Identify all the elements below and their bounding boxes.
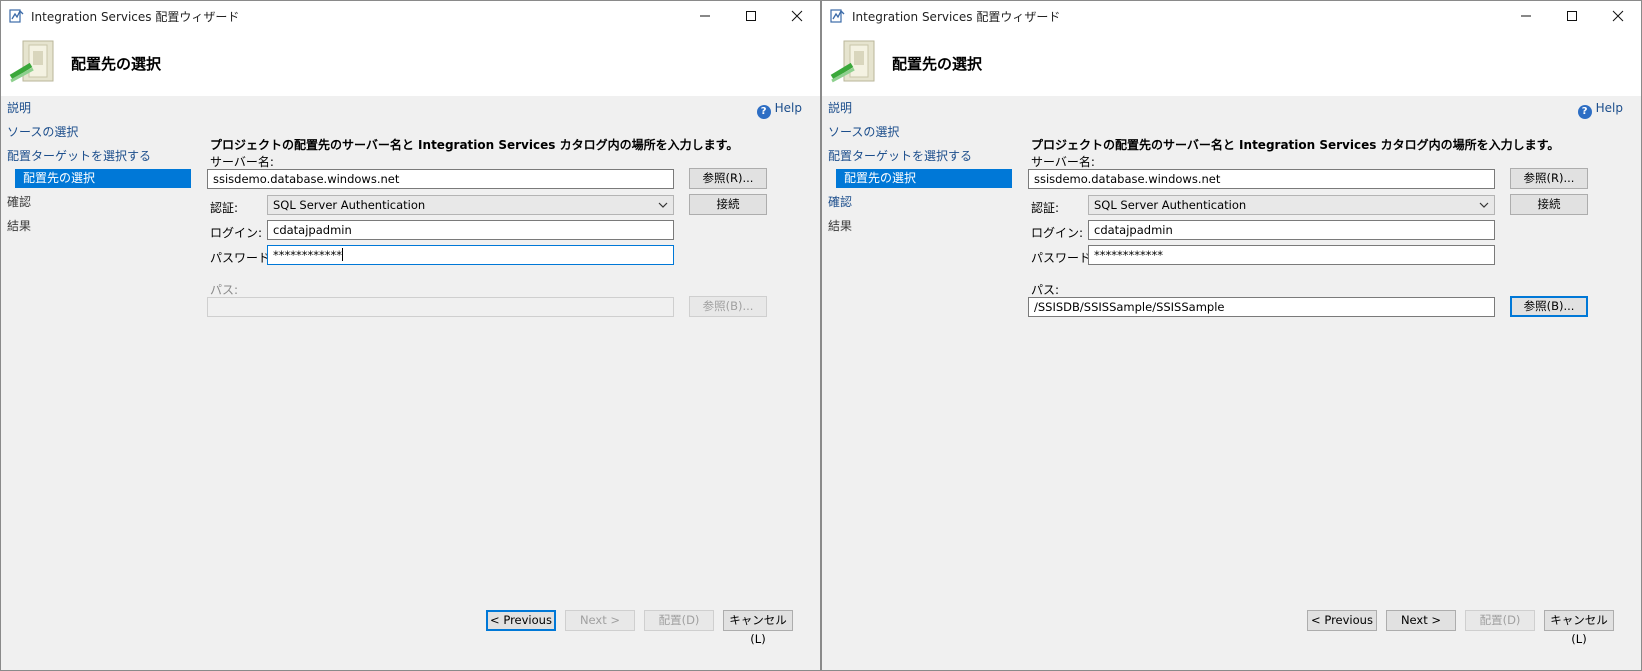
- server-name-label: サーバー名:: [1031, 155, 1095, 169]
- wizard-content: ? Help プロジェクトの配置先のサーバー名と Integration Serv…: [1014, 96, 1641, 670]
- instruction-text: プロジェクトの配置先のサーバー名と Integration Services カ…: [1031, 138, 1560, 152]
- wizard-header: 配置先の選択: [1, 31, 820, 96]
- wizard-app-icon: [830, 9, 845, 23]
- path-input[interactable]: /SSISDB/SSISSample/SSISSample: [1028, 297, 1495, 317]
- close-button[interactable]: [1595, 1, 1641, 31]
- previous-button[interactable]: < Previous: [1307, 610, 1377, 631]
- auth-select[interactable]: SQL Server Authentication: [1088, 195, 1495, 215]
- password-label: パスワード:: [1031, 251, 1096, 265]
- minimize-button[interactable]: [682, 1, 728, 31]
- wizard-steps-nav: 説明 ソースの選択 配置ターゲットを選択する 配置先の選択 確認 結果: [822, 96, 1012, 670]
- server-name-input[interactable]: ssisdemo.database.windows.net: [207, 169, 674, 189]
- nav-step-results: 結果: [828, 219, 853, 233]
- nav-step-intro[interactable]: 説明: [7, 99, 31, 118]
- auth-select-value: SQL Server Authentication: [1094, 198, 1247, 212]
- deploy-button[interactable]: 配置(D): [1465, 610, 1535, 631]
- auth-select[interactable]: SQL Server Authentication: [267, 195, 674, 215]
- auth-select-value: SQL Server Authentication: [273, 198, 426, 212]
- page-title: 配置先の選択: [892, 55, 983, 73]
- minimize-icon: [700, 15, 710, 17]
- minimize-icon: [1521, 15, 1531, 17]
- help-icon: ?: [756, 105, 771, 119]
- connect-button[interactable]: 接続: [689, 194, 767, 215]
- title-bar[interactable]: Integration Services 配置ウィザード: [822, 1, 1641, 31]
- login-input[interactable]: cdatajpadmin: [1088, 220, 1495, 240]
- close-icon: [1612, 10, 1624, 22]
- deploy-wizard-window-1: Integration Services 配置ウィザード 配置先の選択 説明 ソ…: [0, 0, 821, 671]
- close-icon: [791, 10, 803, 22]
- close-button[interactable]: [774, 1, 820, 31]
- maximize-icon: [1567, 11, 1577, 21]
- text-caret: [342, 248, 343, 261]
- server-name-label: サーバー名:: [210, 155, 274, 169]
- wizard-steps-nav: 説明 ソースの選択 配置ターゲットを選択する 配置先の選択 確認 結果: [1, 96, 191, 670]
- help-icon: ?: [1577, 105, 1592, 119]
- auth-label: 認証:: [1031, 201, 1060, 215]
- server-name-input[interactable]: ssisdemo.database.windows.net: [1028, 169, 1495, 189]
- nav-step-target[interactable]: 配置ターゲットを選択する: [828, 147, 972, 166]
- next-button[interactable]: Next >: [1386, 610, 1456, 631]
- path-label: パス:: [1031, 283, 1060, 297]
- nav-step-destination[interactable]: 配置先の選択: [836, 169, 1012, 188]
- deploy-wizard-icon: [830, 40, 875, 83]
- title-bar[interactable]: Integration Services 配置ウィザード: [1, 1, 820, 31]
- nav-step-destination[interactable]: 配置先の選択: [15, 169, 191, 188]
- nav-step-source[interactable]: ソースの選択: [7, 123, 78, 142]
- connect-button[interactable]: 接続: [1510, 194, 1588, 215]
- chevron-down-icon: [658, 202, 668, 208]
- help-link[interactable]: ? Help: [756, 100, 802, 119]
- page-title: 配置先の選択: [71, 55, 162, 73]
- path-label: パス:: [210, 283, 239, 297]
- password-label: パスワード:: [210, 251, 275, 265]
- chevron-down-icon: [1479, 202, 1489, 208]
- next-button[interactable]: Next >: [565, 610, 635, 631]
- deploy-button[interactable]: 配置(D): [644, 610, 714, 631]
- help-label: Help: [1595, 101, 1623, 115]
- maximize-button[interactable]: [1549, 1, 1595, 31]
- login-label: ログイン:: [1031, 226, 1084, 240]
- password-input[interactable]: ************: [267, 245, 674, 265]
- nav-step-intro[interactable]: 説明: [828, 99, 852, 118]
- nav-step-source[interactable]: ソースの選択: [828, 123, 899, 142]
- window-title: Integration Services 配置ウィザード: [852, 10, 1061, 24]
- auth-label: 認証:: [210, 201, 239, 215]
- help-link[interactable]: ? Help: [1577, 100, 1623, 119]
- previous-button[interactable]: < Previous: [486, 610, 556, 631]
- wizard-content: ? Help プロジェクトの配置先のサーバー名と Integration Serv…: [193, 96, 820, 670]
- wizard-app-icon: [9, 9, 24, 23]
- window-title: Integration Services 配置ウィザード: [31, 10, 240, 24]
- nav-step-results: 結果: [7, 219, 32, 233]
- path-input[interactable]: [207, 297, 674, 317]
- browse-path-button[interactable]: 参照(B)...: [1510, 296, 1588, 317]
- cancel-button[interactable]: キャンセル(L): [723, 610, 793, 646]
- maximize-button[interactable]: [728, 1, 774, 31]
- help-label: Help: [774, 101, 802, 115]
- maximize-icon: [746, 11, 756, 21]
- deploy-wizard-icon: [9, 40, 54, 83]
- cancel-button[interactable]: キャンセル(L): [1544, 610, 1614, 646]
- nav-step-review[interactable]: 確認: [828, 193, 852, 212]
- wizard-header: 配置先の選択: [822, 31, 1641, 96]
- browse-server-button[interactable]: 参照(R)...: [1510, 168, 1588, 189]
- browse-server-button[interactable]: 参照(R)...: [689, 168, 767, 189]
- nav-step-target[interactable]: 配置ターゲットを選択する: [7, 147, 151, 166]
- login-label: ログイン:: [210, 226, 263, 240]
- deploy-wizard-window-2: Integration Services 配置ウィザード 配置先の選択 説明 ソ…: [821, 0, 1642, 671]
- password-value: ************: [273, 248, 342, 262]
- nav-step-review: 確認: [7, 195, 32, 209]
- instruction-text: プロジェクトの配置先のサーバー名と Integration Services カ…: [210, 138, 739, 152]
- login-input[interactable]: cdatajpadmin: [267, 220, 674, 240]
- password-input[interactable]: ************: [1088, 245, 1495, 265]
- minimize-button[interactable]: [1503, 1, 1549, 31]
- browse-path-button[interactable]: 参照(B)...: [689, 296, 767, 317]
